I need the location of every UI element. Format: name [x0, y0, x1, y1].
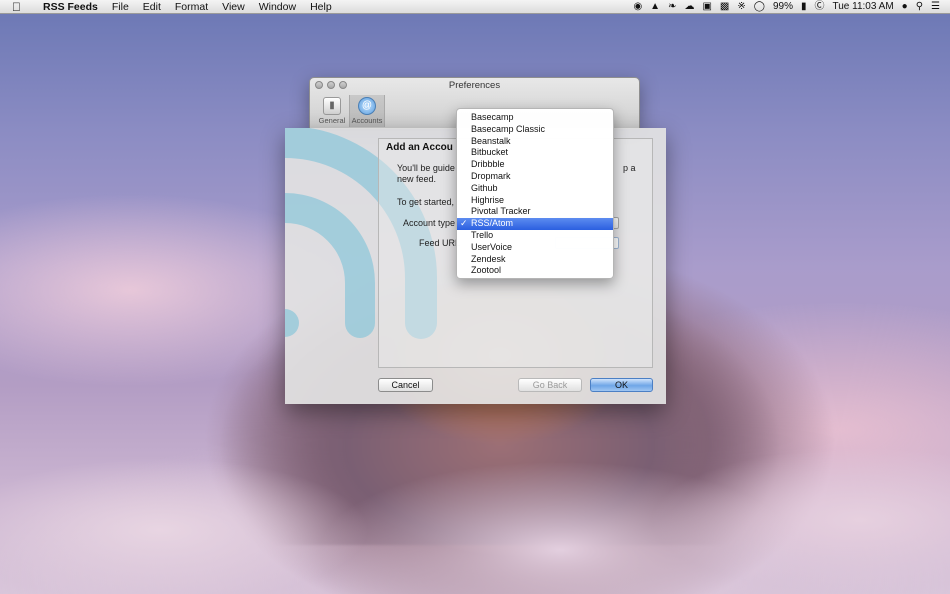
toolbar-general[interactable]: ▮ General: [314, 95, 350, 127]
option-pivotal-tracker[interactable]: Pivotal Tracker: [457, 206, 613, 218]
notification-center-icon[interactable]: ☰: [931, 0, 940, 14]
menu-app-name[interactable]: RSS Feeds: [36, 0, 105, 14]
sheet-heading: Add an Accou: [386, 142, 453, 153]
option-uservoice[interactable]: UserVoice: [457, 242, 613, 254]
battery-percent[interactable]: 99%: [773, 0, 793, 14]
option-dribbble[interactable]: Dribbble: [457, 159, 613, 171]
clock[interactable]: Tue 11:03 AM: [833, 0, 894, 14]
user-icon[interactable]: ●: [902, 0, 908, 14]
switch-icon: ▮: [323, 97, 341, 115]
option-bitbucket[interactable]: Bitbucket: [457, 147, 613, 159]
menu-view[interactable]: View: [215, 0, 252, 14]
account-type-dropdown: Basecamp Basecamp Classic Beanstalk Bitb…: [456, 108, 614, 279]
go-back-button[interactable]: Go Back: [518, 378, 582, 392]
skype-icon[interactable]: Ⓒ: [815, 0, 825, 14]
battery-icon[interactable]: ▮: [801, 0, 807, 14]
option-zendesk[interactable]: Zendesk: [457, 254, 613, 266]
option-rss-atom-label: RSS/Atom: [471, 218, 514, 229]
description-text: You'll be guide: [397, 163, 455, 173]
option-dropmark[interactable]: Dropmark: [457, 171, 613, 183]
toolbar-general-label: General: [318, 116, 346, 125]
option-github[interactable]: Github: [457, 183, 613, 195]
menu-file[interactable]: File: [105, 0, 136, 14]
option-highrise[interactable]: Highrise: [457, 195, 613, 207]
option-basecamp-classic[interactable]: Basecamp Classic: [457, 124, 613, 136]
toolbar-accounts-label: Accounts: [351, 116, 383, 125]
bell-icon[interactable]: ▲: [650, 0, 660, 14]
menu-bar:  RSS Feeds File Edit Format View Window…: [0, 0, 950, 14]
spotlight-icon[interactable]: ⚲: [916, 0, 923, 14]
at-icon: @: [358, 97, 376, 115]
ok-button[interactable]: OK: [590, 378, 653, 392]
leaf-icon[interactable]: ❧: [668, 0, 676, 14]
wifi-icon[interactable]: ◯: [754, 0, 765, 14]
robot-icon[interactable]: ◉: [633, 0, 642, 14]
lock-icon[interactable]: ▣: [702, 0, 711, 14]
option-rss-atom[interactable]: ✓ RSS/Atom: [457, 218, 613, 230]
toolbar-accounts[interactable]: @ Accounts: [349, 95, 385, 127]
feed-url-label: Feed URL: [419, 238, 461, 248]
bluetooth-icon[interactable]: ※: [737, 0, 745, 14]
get-started-text: To get started,: [397, 197, 455, 207]
menu-format[interactable]: Format: [168, 0, 215, 14]
desktop-clouds: [0, 440, 950, 594]
option-trello[interactable]: Trello: [457, 230, 613, 242]
apple-icon[interactable]: : [12, 0, 28, 14]
option-beanstalk[interactable]: Beanstalk: [457, 136, 613, 148]
menu-window[interactable]: Window: [252, 0, 303, 14]
description-text-right: p a: [623, 163, 636, 173]
checkmark-icon: ✓: [460, 218, 468, 229]
option-basecamp[interactable]: Basecamp: [457, 112, 613, 124]
status-area: ◉ ▲ ❧ ☁ ▣ ▩ ※ ◯ 99% ▮ Ⓒ Tue 11:03 AM ● ⚲…: [633, 0, 950, 14]
option-zootool[interactable]: Zootool: [457, 265, 613, 277]
memory-icon[interactable]: ▩: [720, 0, 729, 14]
menu-edit[interactable]: Edit: [136, 0, 168, 14]
cloud-icon[interactable]: ☁: [684, 0, 694, 14]
cancel-button[interactable]: Cancel: [378, 378, 433, 392]
window-title: Preferences: [448, 80, 501, 91]
account-type-label: Account type: [403, 218, 456, 228]
menu-help[interactable]: Help: [303, 0, 339, 14]
